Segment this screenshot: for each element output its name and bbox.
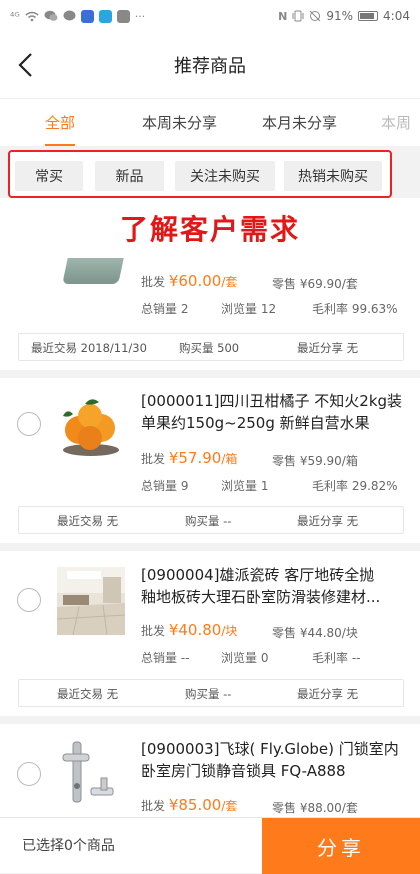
filter-chip-new[interactable]: 新品 (95, 161, 164, 191)
product-card[interactable]: [0900004]雄派瓷砖 客厅地砖全抛 釉地板砖大理石卧室防滑装修建材... … (0, 551, 420, 716)
tab-week-partial[interactable]: 本周 (381, 99, 420, 147)
share-button[interactable]: 分享 (262, 818, 420, 874)
select-radio[interactable] (17, 762, 41, 786)
app-icon (98, 9, 112, 23)
image-icon (116, 9, 130, 23)
nfc-icon: N (278, 9, 288, 23)
retail-price: 零售 ¥59.90/箱 (272, 454, 358, 468)
views-count: 浏览量 0 (221, 651, 269, 665)
chat-bubble-icon (63, 10, 76, 21)
battery-icon (358, 11, 379, 21)
purchase-count: 购买量 -- (185, 514, 232, 528)
filter-chip-frequent[interactable]: 常买 (15, 161, 83, 191)
retail-price: 零售 ¥69.90/套 (272, 277, 358, 291)
app-icon (80, 9, 94, 23)
last-share: 最近分享 无 (297, 687, 359, 701)
page-title: 推荐商品 (174, 56, 246, 77)
purchase-count: 购买量 -- (185, 687, 232, 701)
stats-bar: 最近交易 2018/11/30 购买量 500 最近分享 无 (18, 333, 404, 361)
chevron-left-icon (18, 53, 32, 77)
filter-chip-hot-unbought[interactable]: 热销未购买 (284, 161, 382, 191)
product-name-line1[interactable]: [0900004]雄派瓷砖 客厅地砖全抛 (141, 564, 406, 586)
tab-bar: 全部 本周未分享 本月未分享 本周 (0, 98, 420, 146)
banner-text: 了解客户需求 (119, 213, 300, 246)
stats-bar: 最近交易 无 购买量 -- 最近分享 无 (18, 506, 404, 534)
wholesale-price: ¥57.90 (168, 449, 222, 467)
select-radio[interactable] (17, 412, 41, 436)
select-radio[interactable] (17, 588, 41, 612)
more-notifications-icon: ··· (134, 9, 146, 23)
clock: 4:04 (383, 9, 410, 23)
product-card[interactable]: [0000011]四川丑柑橘子 不知火2kg装 单果约150g~250g 新鲜自… (0, 378, 420, 543)
selected-count: 已选择0个商品 (22, 838, 115, 854)
wechat-icon (44, 10, 58, 21)
last-trade: 最近交易 无 (57, 687, 119, 701)
wholesale-price: ¥60.00 (168, 272, 222, 290)
product-name-line2[interactable]: 釉地板砖大理石卧室防滑装修建材... (141, 586, 406, 608)
wholesale-price-row: 批发 ¥60.00/套 (141, 272, 238, 290)
bottom-action-bar: 已选择0个商品 分享 (0, 817, 420, 874)
product-thumbnail-tiles (57, 567, 125, 635)
alarm-off-icon (310, 10, 321, 22)
views-count: 浏览量 1 (221, 479, 269, 493)
signal-icon: ⁴ᴳ (10, 9, 20, 23)
active-tab-indicator (45, 144, 75, 146)
product-thumbnail-oranges (57, 392, 125, 460)
retail-price: 零售 ¥88.00/套 (272, 801, 358, 815)
tab-week-unshared[interactable]: 本周未分享 (142, 99, 217, 147)
filter-chip-followed-unbought[interactable]: 关注未购买 (175, 161, 275, 191)
product-name[interactable]: [0000011]四川丑柑橘子 不知火2kg装 单果约150g~250g 新鲜自… (141, 390, 406, 434)
filter-chip-group: 常买 新品 关注未购买 热销未购买 (8, 150, 392, 198)
status-bar: ⁴ᴳ ··· N 91% 4:04 (0, 0, 420, 32)
annotation-banner: 了解客户需求 (0, 198, 420, 258)
views-count: 浏览量 12 (221, 302, 277, 316)
last-trade: 最近交易 2018/11/30 (31, 341, 147, 355)
product-name[interactable]: [0900003]飞球( Fly.Globe) 门锁室内卧室房门锁静音锁具 FQ… (141, 738, 406, 782)
purchase-count: 购买量 500 (179, 341, 240, 355)
back-button[interactable] (10, 49, 42, 81)
product-thumbnail-door-lock (57, 740, 125, 808)
retail-price: 零售 ¥44.80/块 (272, 626, 358, 640)
wholesale-price: ¥85.00 (168, 796, 222, 814)
vibrate-icon (292, 10, 304, 22)
last-trade: 最近交易 无 (57, 514, 119, 528)
last-share: 最近分享 无 (297, 341, 359, 355)
margin-rate: 毛利率 29.82% (312, 479, 398, 493)
product-thumbnail (62, 258, 124, 284)
header-bar: 推荐商品 (0, 32, 420, 98)
wifi-icon (25, 11, 39, 21)
wholesale-price-row: 批发 ¥57.90/箱 (141, 449, 238, 467)
wholesale-price-row: 批发 ¥40.80/块 (141, 621, 238, 639)
margin-rate: 毛利率 -- (312, 651, 361, 665)
stats-bar: 最近交易 无 购买量 -- 最近分享 无 (18, 679, 404, 707)
wholesale-price: ¥40.80 (168, 621, 222, 639)
total-sales: 总销量 2 (141, 302, 189, 316)
tab-month-unshared[interactable]: 本月未分享 (262, 99, 337, 147)
wholesale-price-row: 批发 ¥85.00/套 (141, 796, 238, 814)
product-card[interactable]: 批发 ¥60.00/套 零售 ¥69.90/套 总销量 2 浏览量 12 毛利率… (0, 258, 420, 370)
total-sales: 总销量 9 (141, 479, 189, 493)
total-sales: 总销量 -- (141, 651, 190, 665)
tab-all[interactable]: 全部 (45, 99, 75, 147)
last-share: 最近分享 无 (297, 514, 359, 528)
margin-rate: 毛利率 99.63% (312, 302, 398, 316)
battery-percent: 91% (326, 9, 354, 23)
